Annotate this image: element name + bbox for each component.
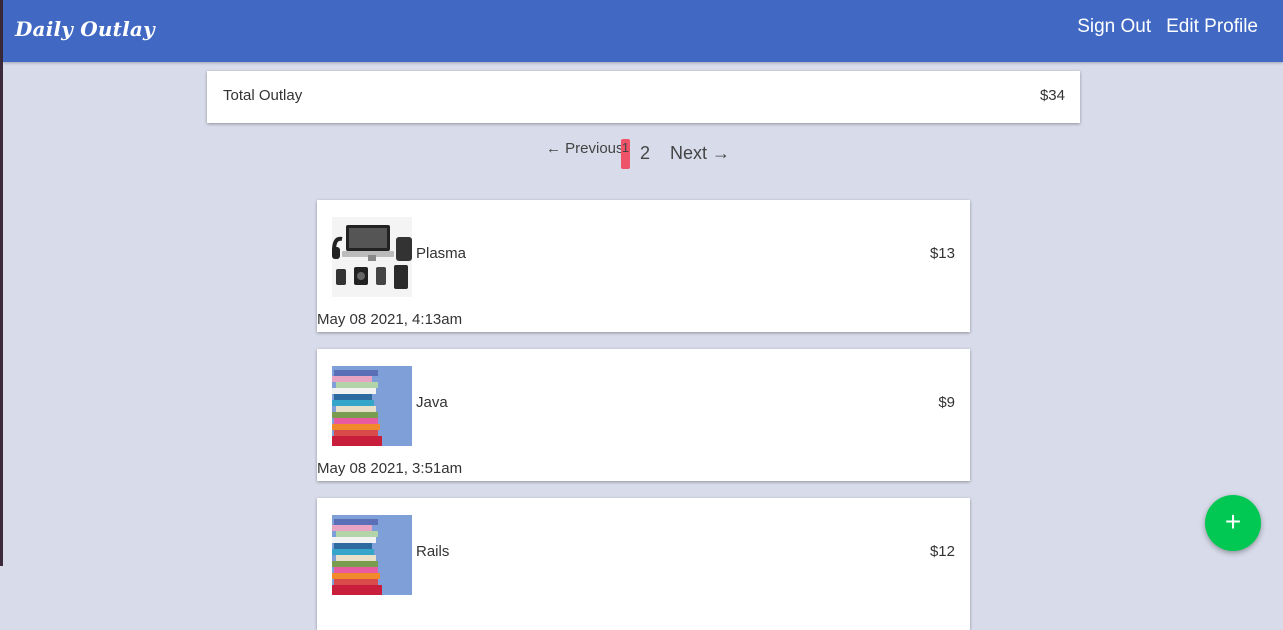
edit-profile-link[interactable]: Edit Profile: [1166, 16, 1258, 38]
expense-card-rails[interactable]: Rails $12: [317, 498, 970, 630]
books-image: [332, 515, 412, 595]
expense-card-plasma[interactable]: Plasma $13 May 08 2021, 4:13am: [317, 200, 970, 332]
total-outlay-value: $34: [1039, 87, 1065, 104]
page-2-link[interactable]: 2: [640, 143, 650, 164]
total-outlay-label: Total Outlay: [223, 87, 303, 104]
books-image: [332, 366, 412, 446]
sign-out-link[interactable]: Sign Out: [1077, 16, 1151, 38]
current-page-indicator[interactable]: 1: [621, 139, 630, 169]
expense-name: Plasma: [416, 245, 467, 262]
expense-amount: $12: [929, 543, 955, 560]
brand-logo[interactable]: Daily Outlay: [15, 17, 155, 41]
electronics-image: [332, 217, 412, 297]
expense-name: Rails: [416, 543, 450, 560]
expense-name: Java: [416, 394, 448, 411]
nav-links: Sign Out Edit Profile: [1077, 16, 1258, 38]
expense-card-java[interactable]: Java $9 May 08 2021, 3:51am: [317, 349, 970, 481]
total-outlay-card: Total Outlay $34: [207, 71, 1080, 123]
expense-amount: $9: [938, 394, 955, 411]
pagination: ← Previous 1 2 Next →: [546, 138, 746, 170]
window-edge: [0, 0, 3, 566]
navbar: Daily Outlay Sign Out Edit Profile: [3, 0, 1283, 62]
add-expense-button[interactable]: +: [1205, 495, 1261, 551]
expense-amount: $13: [929, 245, 955, 262]
expense-date: May 08 2021, 3:51am: [317, 460, 463, 477]
expense-date: May 08 2021, 4:13am: [317, 311, 463, 328]
previous-page-link[interactable]: ← Previous: [546, 140, 624, 157]
next-page-link[interactable]: Next →: [670, 143, 730, 164]
